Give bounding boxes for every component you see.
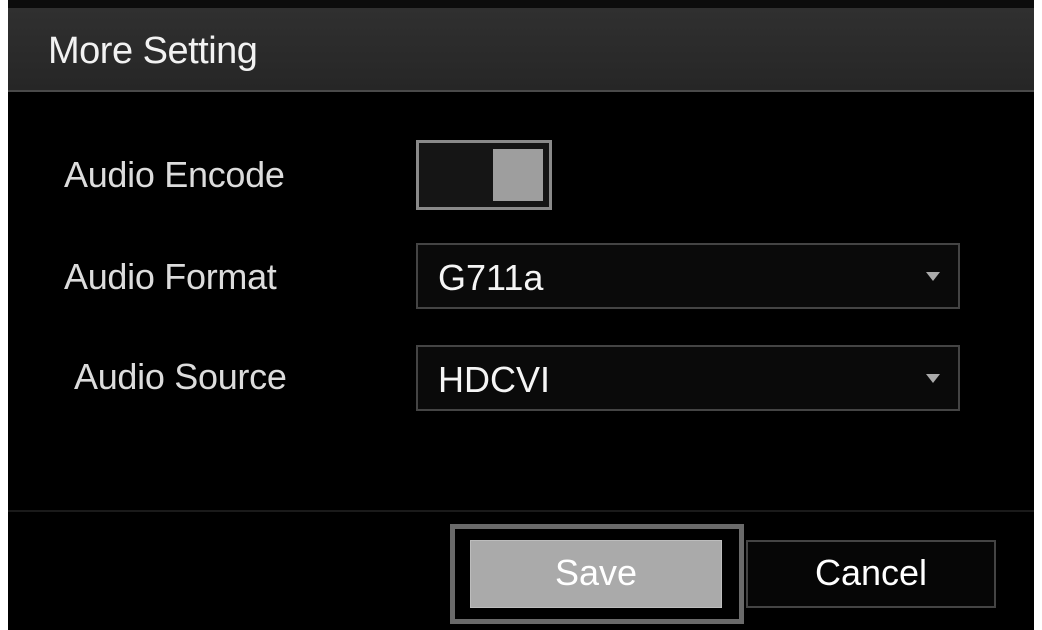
audio-source-value: HDCVI — [438, 359, 551, 400]
dialog-title: More Setting — [48, 30, 258, 72]
audio-source-select[interactable]: HDCVI — [416, 345, 960, 411]
footer-divider — [8, 510, 1034, 512]
audio-format-value: G711a — [438, 257, 544, 298]
title-bar: More Setting — [8, 8, 1034, 92]
audio-encode-label: Audio Encode — [64, 154, 285, 195]
top-strip — [8, 0, 1034, 8]
caret-down-icon — [926, 374, 940, 383]
cancel-button[interactable]: Cancel — [746, 540, 996, 608]
audio-format-label: Audio Format — [64, 256, 277, 297]
audio-source-label: Audio Source — [74, 356, 287, 397]
save-button[interactable]: Save — [470, 540, 722, 608]
caret-down-icon — [926, 272, 940, 281]
more-setting-dialog: More Setting Audio Encode Audio Format G… — [8, 0, 1034, 630]
toggle-knob — [493, 149, 543, 201]
audio-format-select[interactable]: G711a — [416, 243, 960, 309]
audio-encode-toggle[interactable] — [416, 140, 552, 210]
